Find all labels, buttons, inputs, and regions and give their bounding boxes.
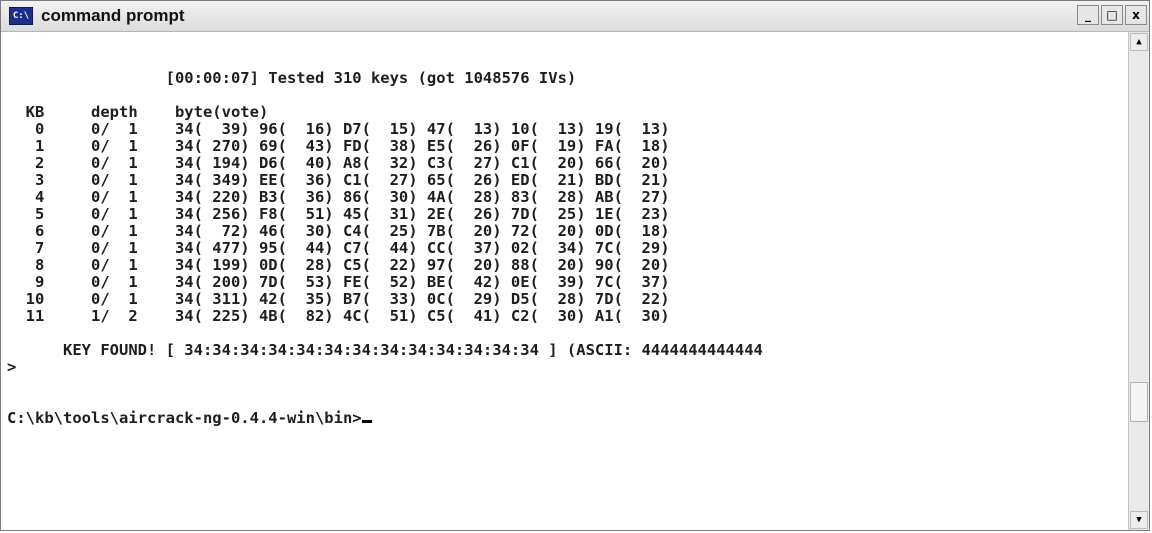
terminal-line: 4 0/ 1 34( 220) B3( 36) 86( 30) 4A( 28) … [7, 188, 670, 206]
close-button[interactable]: x [1125, 5, 1147, 25]
terminal-line: 5 0/ 1 34( 256) F8( 51) 45( 31) 2E( 26) … [7, 205, 670, 223]
vertical-scrollbar[interactable]: ▲ ▼ [1128, 32, 1149, 530]
terminal-line: 0 0/ 1 34( 39) 96( 16) D7( 15) 47( 13) 1… [7, 120, 670, 138]
title-bar[interactable]: C:\ command prompt _ □ x [1, 1, 1149, 32]
window-controls: _ □ x [1075, 5, 1147, 25]
terminal-line: KEY FOUND! [ 34:34:34:34:34:34:34:34:34:… [7, 341, 763, 359]
scroll-down-icon[interactable]: ▼ [1130, 511, 1148, 529]
terminal-line: 6 0/ 1 34( 72) 46( 30) C4( 25) 7B( 20) 7… [7, 222, 670, 240]
command-prompt-window: C:\ command prompt _ □ x [00:00:07] Test… [0, 0, 1150, 531]
terminal-line: 8 0/ 1 34( 199) 0D( 28) C5( 22) 97( 20) … [7, 256, 670, 274]
terminal-line: 3 0/ 1 34( 349) EE( 36) C1( 27) 65( 26) … [7, 171, 670, 189]
terminal-line: 11 1/ 2 34( 225) 4B( 82) 4C( 51) C5( 41)… [7, 307, 670, 325]
terminal-line: > [7, 358, 17, 376]
terminal-line: 9 0/ 1 34( 200) 7D( 53) FE( 52) BE( 42) … [7, 273, 670, 291]
scroll-up-icon[interactable]: ▲ [1130, 33, 1148, 51]
minimize-button[interactable]: _ [1077, 5, 1099, 25]
console-icon: C:\ [9, 7, 33, 25]
terminal-line: 7 0/ 1 34( 477) 95( 44) C7( 44) CC( 37) … [7, 239, 670, 257]
terminal-line: C:\kb\tools\aircrack-ng-0.4.4-win\bin> [7, 410, 1129, 427]
maximize-button[interactable]: □ [1101, 5, 1123, 25]
terminal-line: KB depth byte(vote) [7, 103, 269, 121]
console-output-area[interactable]: [00:00:07] Tested 310 keys (got 1048576 … [1, 32, 1129, 530]
terminal-line: [00:00:07] Tested 310 keys (got 1048576 … [7, 69, 577, 87]
terminal-line: 1 0/ 1 34( 270) 69( 43) FD( 38) E5( 26) … [7, 137, 670, 155]
terminal-text: [00:00:07] Tested 310 keys (got 1048576 … [1, 32, 1129, 427]
scroll-thumb[interactable] [1130, 382, 1148, 422]
window-title: command prompt [41, 6, 185, 25]
text-cursor [361, 420, 372, 423]
terminal-line: 10 0/ 1 34( 311) 42( 35) B7( 33) 0C( 29)… [7, 290, 670, 308]
terminal-line: 2 0/ 1 34( 194) D6( 40) A8( 32) C3( 27) … [7, 154, 670, 172]
